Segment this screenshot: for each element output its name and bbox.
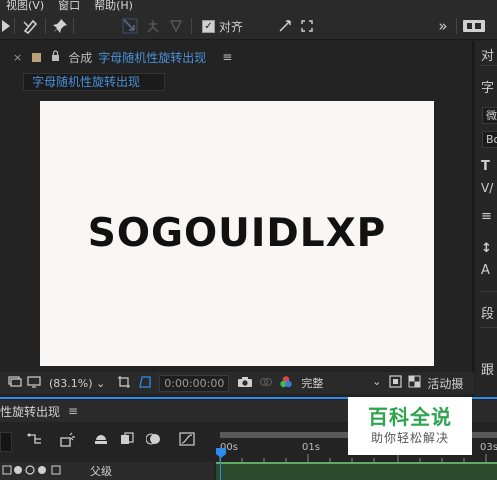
puppet-pin-icon[interactable]: [166, 16, 186, 36]
comp-flowchart-icon[interactable]: [26, 432, 44, 450]
chevron-down-icon: ⌄: [96, 376, 106, 390]
timeline-layer-panel: 父级: [0, 424, 214, 480]
puppet-icon[interactable]: [143, 16, 163, 36]
workspace-icon[interactable]: [461, 16, 487, 36]
graph-editor-icon[interactable]: [178, 432, 196, 450]
frame-blending-icon[interactable]: [118, 432, 136, 450]
composition-name[interactable]: 字母随机性旋转出现: [98, 49, 206, 66]
av-features-icons: [2, 464, 66, 479]
panel-divider: [480, 65, 497, 66]
resolution-dropdown[interactable]: 完整 ⌄: [301, 375, 381, 391]
timeline-comp-name[interactable]: 性旋转出现: [0, 403, 60, 420]
target-region-icon[interactable]: [389, 375, 402, 391]
resolution-value: 完整: [301, 377, 324, 390]
menu-view[interactable]: 视图(V): [6, 0, 44, 12]
toolbar-divider: [73, 18, 74, 34]
parent-column-label: 父级: [90, 465, 112, 478]
composition-label: 合成: [68, 50, 93, 65]
playhead-line: [220, 456, 221, 480]
monitor-icon[interactable]: [27, 375, 41, 391]
more-icon[interactable]: »: [434, 16, 452, 36]
vertical-scale-icon: ↕: [481, 241, 492, 256]
font-family-dropdown[interactable]: 微: [482, 107, 497, 124]
tracker-panel-tab[interactable]: 跟: [481, 359, 494, 378]
ruler-label: 03s: [480, 442, 497, 453]
shy-layers-icon[interactable]: [92, 432, 110, 450]
watermark-subtitle: 助你轻松解决: [370, 431, 449, 445]
viewer-controls: (83.1%) ⌄ 0:00:00:00 完整 ⌄ 活动摄: [0, 372, 474, 394]
font-style-dropdown[interactable]: Bo: [482, 131, 497, 148]
watermark-title: 百科全说: [368, 405, 452, 429]
composition-canvas[interactable]: SOGOUIDLXP: [40, 101, 434, 366]
always-preview-icon[interactable]: [8, 375, 22, 391]
lock-icon[interactable]: [51, 50, 60, 64]
ruler-label: 01s: [302, 442, 320, 453]
character-panel: 对 字 微 Bo T V/ ≡ ↕ A 段 跟: [476, 41, 497, 397]
snap-checkbox[interactable]: ✓: [202, 19, 215, 33]
pin-icon[interactable]: [50, 16, 70, 36]
menu-window[interactable]: 窗口: [58, 0, 80, 12]
paragraph-panel-tab[interactable]: 段: [481, 303, 494, 322]
composition-tab[interactable]: 字母随机性旋转出现: [23, 73, 165, 91]
zoom-dropdown[interactable]: (83.1%) ⌄: [49, 377, 105, 390]
composition-color-swatch: [32, 52, 42, 62]
layer-column-headers: 父级: [0, 462, 214, 480]
panel-divider: [480, 327, 497, 328]
region-of-interest-icon[interactable]: [117, 375, 131, 392]
align-icon[interactable]: [276, 16, 294, 36]
mask-toggle-icon[interactable]: [138, 375, 152, 392]
menu-lines-icon[interactable]: ≡: [481, 209, 492, 224]
orbit-icon[interactable]: [120, 16, 140, 36]
snapshot-icon[interactable]: [237, 376, 253, 391]
zoom-value: (83.1%): [49, 376, 93, 390]
snap-label: 对齐: [219, 19, 244, 34]
pen-icon[interactable]: [20, 16, 42, 36]
current-time-display[interactable]: 0:00:00:00: [159, 374, 230, 392]
panel-divider: [480, 291, 497, 292]
active-camera-dropdown[interactable]: 活动摄: [427, 375, 463, 392]
watermark-logo: 百科全说 助你轻松解决: [348, 397, 472, 455]
snap-toggle[interactable]: ✓ 对齐: [202, 16, 243, 36]
composition-header: × 合成 字母随机性旋转出现 ≡: [0, 47, 474, 67]
layer-track-bar[interactable]: [216, 462, 497, 480]
ruler-ticks: [219, 454, 487, 462]
show-snapshot-icon[interactable]: [259, 376, 273, 391]
arrow-icon[interactable]: [0, 16, 12, 36]
kerning-icon: V/: [481, 181, 494, 195]
panel-menu-icon[interactable]: ≡: [222, 50, 232, 64]
transparency-grid-icon[interactable]: [408, 375, 421, 391]
right-panel-tab[interactable]: 对: [481, 45, 494, 64]
toolbar-divider: [191, 18, 192, 34]
chevron-down-icon: ⌄: [372, 375, 382, 388]
timeline-menu-icon[interactable]: ≡: [68, 404, 78, 418]
close-icon[interactable]: ×: [13, 51, 22, 64]
character-panel-title: 字: [481, 81, 495, 96]
toolbar-divider: [14, 18, 15, 34]
layer-search-input[interactable]: [0, 432, 12, 452]
canvas-text-layer[interactable]: SOGOUIDLXP: [88, 211, 386, 256]
font-size-icon: T: [481, 159, 490, 174]
channel-icon[interactable]: [279, 375, 293, 392]
baseline-shift-icon: A: [481, 263, 490, 278]
draft-3d-icon[interactable]: [58, 432, 76, 450]
toolbar-divider: [45, 18, 46, 34]
expand-icon[interactable]: [298, 16, 316, 36]
menu-help[interactable]: 帮助(H): [94, 0, 133, 12]
motion-blur-icon[interactable]: [145, 432, 163, 450]
toolbar: ✓ 对齐 »: [0, 12, 497, 40]
menubar: 视图(V) 窗口 帮助(H): [0, 0, 497, 12]
toolbar-divider: [456, 18, 457, 34]
